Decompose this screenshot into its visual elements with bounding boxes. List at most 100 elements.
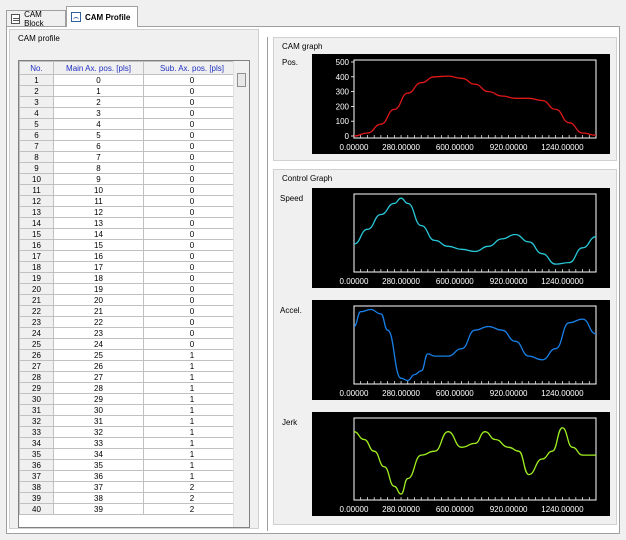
table-row[interactable]: 34 33 1 [19, 437, 241, 449]
sub-ax-cell[interactable]: 0 [143, 261, 241, 273]
main-ax-cell[interactable]: 16 [53, 250, 144, 262]
main-ax-cell[interactable]: 5 [53, 129, 144, 141]
sub-ax-cell[interactable]: 0 [143, 140, 241, 152]
table-row[interactable]: 35 34 1 [19, 448, 241, 460]
tab-cam-profile[interactable]: CAM Profile [66, 6, 138, 27]
table-row[interactable]: 870 [19, 151, 241, 163]
main-ax-cell[interactable]: 20 [53, 294, 144, 306]
main-ax-cell[interactable]: 32 [53, 426, 144, 438]
sub-ax-cell[interactable]: 1 [143, 415, 241, 427]
main-ax-cell[interactable]: 37 [53, 481, 144, 493]
main-ax-cell[interactable]: 22 [53, 316, 144, 328]
scrollbar-thumb[interactable] [237, 73, 246, 87]
table-row[interactable]: 24 23 0 [19, 327, 241, 339]
table-row[interactable]: 13 12 0 [19, 206, 241, 218]
sub-ax-cell[interactable]: 0 [143, 151, 241, 163]
table-row[interactable]: 26 25 1 [19, 349, 241, 361]
main-ax-cell[interactable]: 24 [53, 338, 144, 350]
table-vertical-scrollbar[interactable] [233, 61, 249, 527]
table-row[interactable]: 22 21 0 [19, 305, 241, 317]
table-row[interactable]: 980 [19, 162, 241, 174]
sub-ax-cell[interactable]: 0 [143, 162, 241, 174]
table-row[interactable]: 39 38 2 [19, 492, 241, 504]
sub-ax-cell[interactable]: 2 [143, 481, 241, 493]
sub-ax-cell[interactable]: 0 [143, 250, 241, 262]
main-ax-cell[interactable]: 29 [53, 393, 144, 405]
sub-ax-cell[interactable]: 0 [143, 107, 241, 119]
table-row[interactable]: 31 30 1 [19, 404, 241, 416]
table-row[interactable]: 23 22 0 [19, 316, 241, 328]
sub-ax-cell[interactable]: 1 [143, 426, 241, 438]
cam-profile-table[interactable]: No. Main Ax. pos. [pls] Sub. Ax. pos. [p… [18, 60, 250, 528]
main-ax-cell[interactable]: 10 [53, 184, 144, 196]
table-row[interactable]: 37 36 1 [19, 470, 241, 482]
main-ax-cell[interactable]: 19 [53, 283, 144, 295]
table-row[interactable]: 19 18 0 [19, 272, 241, 284]
sub-ax-cell[interactable]: 0 [143, 184, 241, 196]
sub-ax-cell[interactable]: 1 [143, 404, 241, 416]
main-ax-cell[interactable]: 3 [53, 107, 144, 119]
sub-ax-cell[interactable]: 0 [143, 206, 241, 218]
table-row[interactable]: 18 17 0 [19, 261, 241, 273]
main-ax-cell[interactable]: 33 [53, 437, 144, 449]
sub-ax-cell[interactable]: 0 [143, 118, 241, 130]
main-ax-cell[interactable]: 26 [53, 360, 144, 372]
sub-ax-cell[interactable]: 1 [143, 371, 241, 383]
sub-ax-cell[interactable]: 0 [143, 129, 241, 141]
sub-ax-cell[interactable]: 0 [143, 173, 241, 185]
table-row[interactable]: 12 11 0 [19, 195, 241, 207]
sub-ax-cell[interactable]: 1 [143, 470, 241, 482]
main-ax-cell[interactable]: 2 [53, 96, 144, 108]
sub-ax-cell[interactable]: 0 [143, 283, 241, 295]
table-row[interactable]: 25 24 0 [19, 338, 241, 350]
main-ax-cell[interactable]: 15 [53, 239, 144, 251]
table-row[interactable]: 16 15 0 [19, 239, 241, 251]
table-row[interactable]: 210 [19, 85, 241, 97]
sub-ax-cell[interactable]: 0 [143, 217, 241, 229]
sub-ax-cell[interactable]: 0 [143, 294, 241, 306]
main-ax-cell[interactable]: 7 [53, 151, 144, 163]
main-ax-cell[interactable]: 28 [53, 382, 144, 394]
sub-ax-cell[interactable]: 1 [143, 448, 241, 460]
table-row[interactable]: 21 20 0 [19, 294, 241, 306]
sub-ax-cell[interactable]: 2 [143, 492, 241, 504]
main-ax-cell[interactable]: 39 [53, 503, 144, 515]
table-row[interactable]: 36 35 1 [19, 459, 241, 471]
main-ax-cell[interactable]: 6 [53, 140, 144, 152]
main-ax-cell[interactable]: 36 [53, 470, 144, 482]
table-row[interactable]: 29 28 1 [19, 382, 241, 394]
main-ax-cell[interactable]: 21 [53, 305, 144, 317]
sub-ax-cell[interactable]: 0 [143, 74, 241, 86]
column-header-main-ax[interactable]: Main Ax. pos. [pls] [53, 61, 144, 75]
table-row[interactable]: 100 [19, 74, 241, 86]
main-ax-cell[interactable]: 17 [53, 261, 144, 273]
main-ax-cell[interactable]: 38 [53, 492, 144, 504]
sub-ax-cell[interactable]: 2 [143, 503, 241, 515]
table-row[interactable]: 30 29 1 [19, 393, 241, 405]
table-row[interactable]: 28 27 1 [19, 371, 241, 383]
table-row[interactable]: 17 16 0 [19, 250, 241, 262]
table-row[interactable]: 33 32 1 [19, 426, 241, 438]
column-header-no[interactable]: No. [19, 61, 54, 75]
table-row[interactable]: 32 31 1 [19, 415, 241, 427]
sub-ax-cell[interactable]: 0 [143, 96, 241, 108]
main-ax-cell[interactable]: 25 [53, 349, 144, 361]
sub-ax-cell[interactable]: 1 [143, 360, 241, 372]
main-ax-cell[interactable]: 27 [53, 371, 144, 383]
main-ax-cell[interactable]: 18 [53, 272, 144, 284]
main-ax-cell[interactable]: 13 [53, 217, 144, 229]
main-ax-cell[interactable]: 14 [53, 228, 144, 240]
sub-ax-cell[interactable]: 1 [143, 459, 241, 471]
main-ax-cell[interactable]: 34 [53, 448, 144, 460]
sub-ax-cell[interactable]: 1 [143, 437, 241, 449]
sub-ax-cell[interactable]: 0 [143, 195, 241, 207]
sub-ax-cell[interactable]: 0 [143, 228, 241, 240]
sub-ax-cell[interactable]: 0 [143, 316, 241, 328]
table-row[interactable]: 650 [19, 129, 241, 141]
table-row[interactable]: 20 19 0 [19, 283, 241, 295]
table-row[interactable]: 540 [19, 118, 241, 130]
main-ax-cell[interactable]: 23 [53, 327, 144, 339]
table-row[interactable]: 10 9 0 [19, 173, 241, 185]
tab-cam-block[interactable]: CAM Block [6, 10, 66, 28]
sub-ax-cell[interactable]: 1 [143, 382, 241, 394]
